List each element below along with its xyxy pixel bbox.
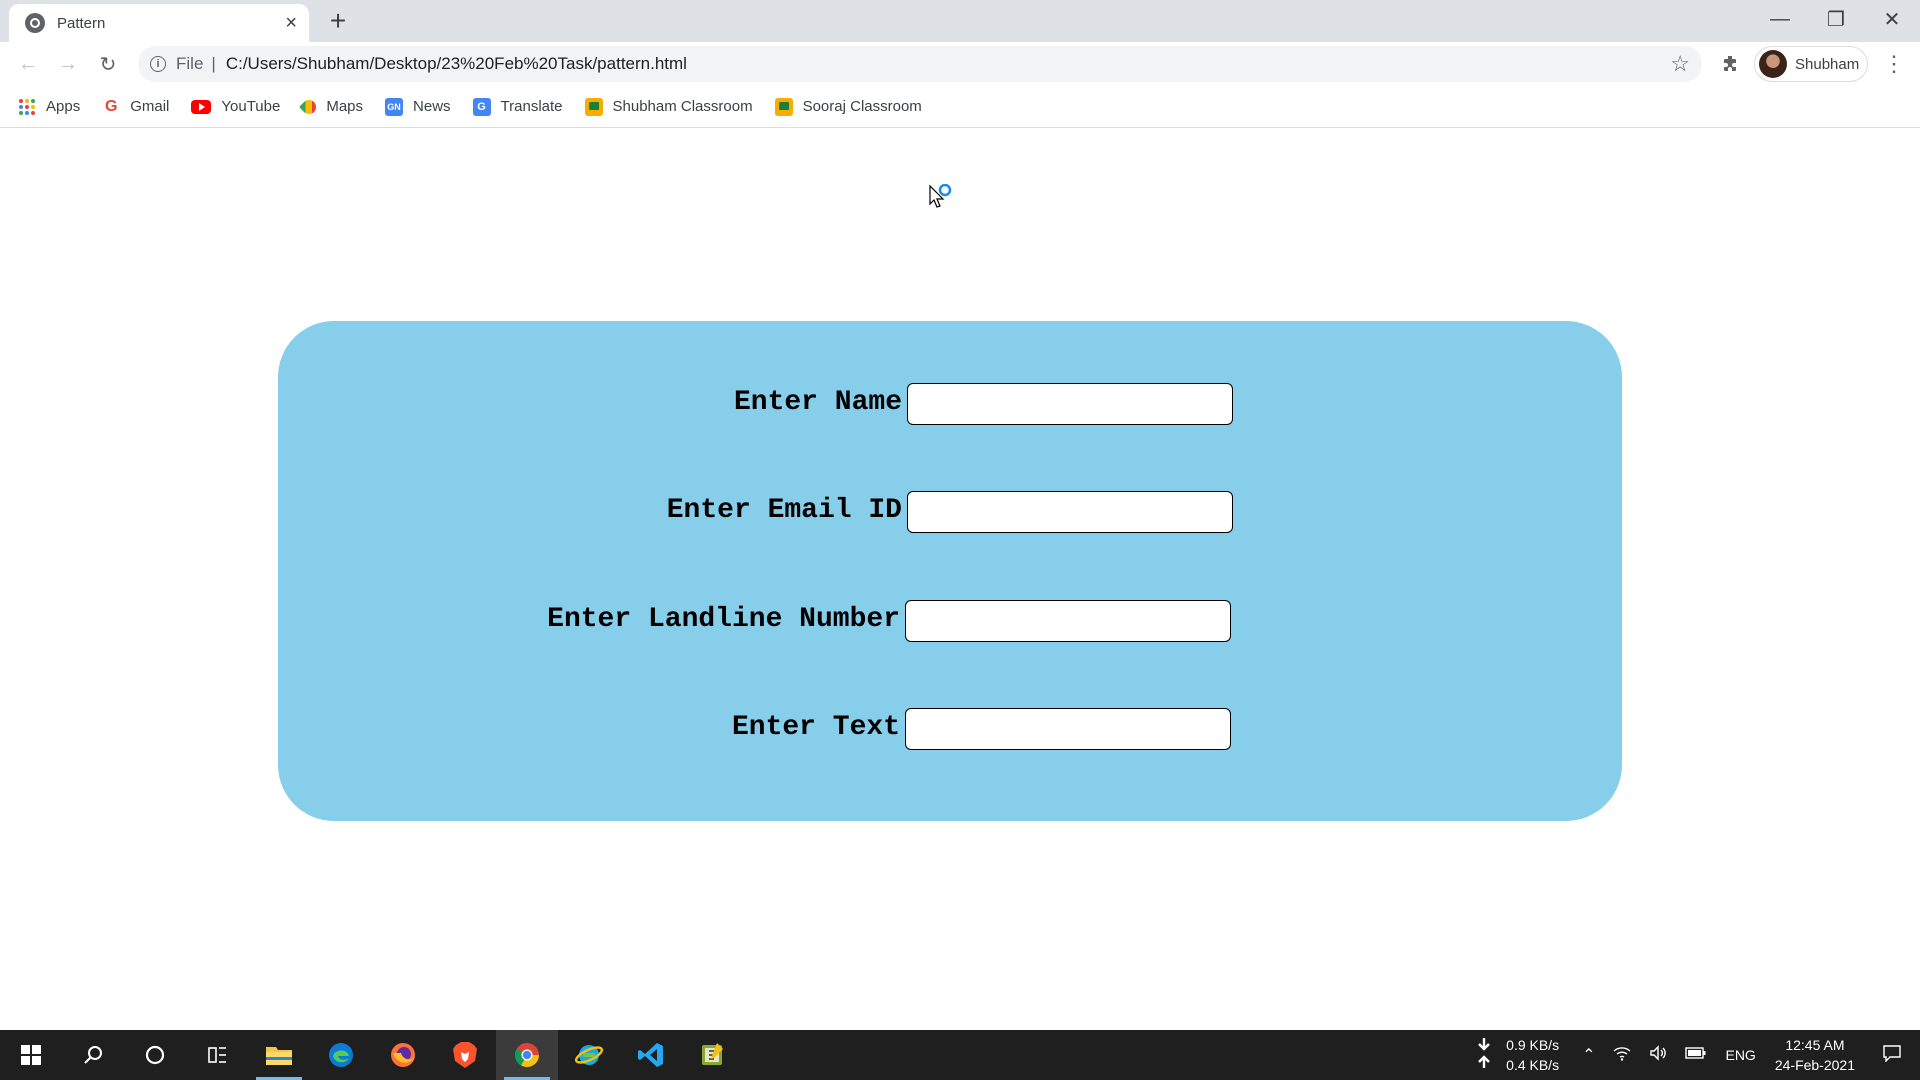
bookmark-label: Maps [326, 98, 364, 115]
minimize-button[interactable]: — [1752, 0, 1808, 38]
bookmark-youtube[interactable]: YouTube [191, 98, 280, 115]
start-icon[interactable] [0, 1030, 62, 1080]
tab-close-icon[interactable]: × [285, 12, 297, 35]
clock-date: 24-Feb-2021 [1774, 1057, 1855, 1073]
form-row-landline: Enter Landline Number [278, 600, 1622, 644]
volume-icon[interactable] [1649, 1044, 1667, 1066]
back-button[interactable]: ← [8, 44, 48, 84]
youtube-icon [191, 99, 212, 114]
browser-tab-strip: Pattern × + — ❐ ✕ [0, 0, 1920, 42]
email-label: Enter Email ID [666, 495, 902, 526]
landline-input[interactable] [905, 600, 1231, 642]
file-explorer-icon[interactable] [248, 1030, 310, 1080]
bookmark-label: YouTube [221, 98, 281, 115]
window-controls: — ❐ ✕ [1752, 0, 1920, 38]
system-tray: 0.9 KB/s 0.4 KB/s ⌃ ENG 12:45 AM 24-Feb-… [1467, 1030, 1920, 1080]
close-window-button[interactable]: ✕ [1864, 0, 1920, 38]
chrome-icon[interactable] [496, 1030, 558, 1080]
browser-toolbar: ← → ↻ i File | C:/Users/Shubham/Desktop/… [0, 42, 1920, 86]
url-separator: | [211, 54, 216, 73]
text-input[interactable] [905, 708, 1231, 750]
browser-tab[interactable]: Pattern × [9, 4, 309, 42]
name-label: Enter Name [733, 387, 902, 418]
task-view-icon[interactable] [186, 1030, 248, 1080]
classroom-icon [584, 97, 603, 116]
new-tab-button[interactable]: + [324, 6, 352, 36]
name-input[interactable] [907, 383, 1233, 425]
network-speed: 0.9 KB/s 0.4 KB/s [1506, 1035, 1559, 1075]
email-input[interactable] [907, 491, 1233, 533]
notification-icon[interactable] [1882, 1044, 1902, 1067]
translate-icon: G [472, 97, 491, 116]
firefox-icon[interactable] [372, 1030, 434, 1080]
avatar [1759, 50, 1787, 78]
forward-button[interactable]: → [48, 44, 88, 84]
url-text[interactable]: C:/Users/Shubham/Desktop/23%20Feb%20Task… [226, 54, 1670, 74]
page-content: Enter Name Enter Email ID Enter Landline… [0, 128, 1920, 1030]
globe-icon [25, 13, 45, 33]
wifi-icon[interactable] [1613, 1045, 1631, 1066]
reload-button[interactable]: ↻ [88, 44, 128, 84]
classroom-icon [774, 97, 793, 116]
bookmark-label: Apps [46, 98, 81, 115]
bookmarks-bar: Apps G Gmail YouTube Maps GN News G Tran… [0, 86, 1920, 128]
maps-icon [299, 96, 320, 117]
bookmark-shubham-classroom[interactable]: Shubham Classroom [584, 97, 753, 116]
ie-icon[interactable] [558, 1030, 620, 1080]
info-icon[interactable]: i [150, 56, 166, 72]
address-bar[interactable]: i File | C:/Users/Shubham/Desktop/23%20F… [138, 46, 1702, 82]
form-container: Enter Name Enter Email ID Enter Landline… [278, 321, 1622, 821]
form-row-email: Enter Email ID [278, 491, 1622, 535]
bookmark-translate[interactable]: G Translate [472, 97, 563, 116]
tab-title: Pattern [57, 14, 106, 32]
profile-button[interactable]: Shubham [1754, 46, 1868, 82]
edge-icon[interactable] [310, 1030, 372, 1080]
battery-icon[interactable] [1685, 1046, 1707, 1065]
landline-label: Enter Landline Number [547, 604, 900, 635]
vscode-icon[interactable] [620, 1030, 682, 1080]
profile-name: Shubham [1795, 55, 1860, 73]
bookmark-label: News [413, 98, 451, 115]
bookmark-sooraj-classroom[interactable]: Sooraj Classroom [774, 97, 922, 116]
notepad-icon[interactable] [682, 1030, 744, 1080]
clock-time: 12:45 AM [1785, 1037, 1845, 1053]
form-row-name: Enter Name [278, 383, 1622, 427]
form-row-text: Enter Text [278, 708, 1622, 752]
news-icon: GN [385, 97, 404, 116]
bookmark-label: Sooraj Classroom [802, 98, 922, 115]
bookmark-apps[interactable]: Apps [18, 98, 80, 116]
restore-button[interactable]: ❐ [1808, 0, 1864, 38]
loading-cursor-icon [928, 183, 956, 217]
windows-taskbar: 0.9 KB/s 0.4 KB/s ⌃ ENG 12:45 AM 24-Feb-… [0, 1030, 1920, 1080]
bookmark-star-icon[interactable]: ☆ [1670, 51, 1690, 77]
cortana-icon[interactable] [124, 1030, 186, 1080]
url-scheme: File [176, 54, 204, 73]
kebab-menu-icon[interactable]: ⋮ [1880, 50, 1908, 78]
brave-icon[interactable] [434, 1030, 496, 1080]
chevron-up-icon[interactable]: ⌃ [1582, 1045, 1595, 1065]
extensions-puzzle-icon[interactable] [1716, 50, 1744, 78]
bookmark-gmail[interactable]: G Gmail [102, 98, 169, 116]
clock[interactable]: 12:45 AM 24-Feb-2021 [1775, 1035, 1855, 1075]
text-label: Enter Text [731, 712, 900, 743]
bookmark-label: Shubham Classroom [612, 98, 753, 115]
net-upload-speed: 0.4 KB/s [1506, 1057, 1560, 1073]
network-speed-arrows-icon [1476, 1036, 1492, 1075]
bookmark-news[interactable]: GN News [385, 97, 451, 116]
language-indicator[interactable]: ENG [1725, 1047, 1755, 1063]
apps-grid-icon [18, 98, 36, 116]
bookmark-label: Gmail [130, 98, 170, 115]
net-download-speed: 0.9 KB/s [1506, 1037, 1560, 1053]
google-icon: G [104, 97, 118, 115]
bookmark-maps[interactable]: Maps [299, 96, 364, 117]
search-icon[interactable] [62, 1030, 124, 1080]
bookmark-label: Translate [500, 98, 563, 115]
